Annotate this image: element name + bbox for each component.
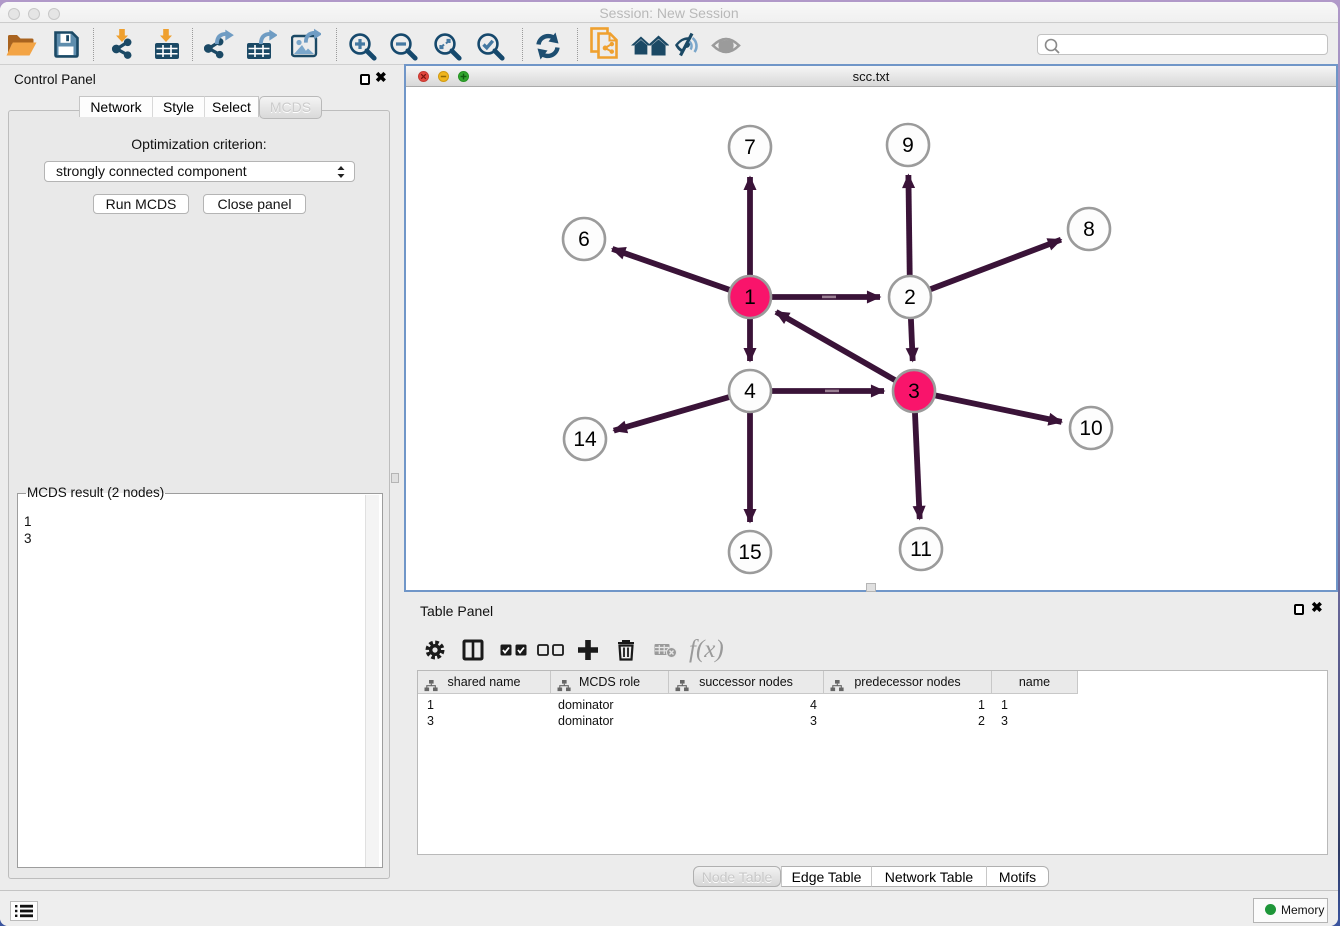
svg-text:10: 10 — [1079, 417, 1102, 440]
svg-text:2: 2 — [904, 286, 916, 309]
svg-text:14: 14 — [573, 428, 597, 451]
svg-text:4: 4 — [744, 380, 756, 403]
svg-text:7: 7 — [744, 136, 756, 159]
svg-text:3: 3 — [908, 380, 920, 403]
svg-text:9: 9 — [902, 134, 914, 157]
svg-text:1: 1 — [744, 286, 756, 309]
svg-text:15: 15 — [738, 541, 761, 564]
svg-text:11: 11 — [910, 538, 932, 561]
svg-text:8: 8 — [1083, 218, 1095, 241]
svg-text:6: 6 — [578, 228, 590, 251]
